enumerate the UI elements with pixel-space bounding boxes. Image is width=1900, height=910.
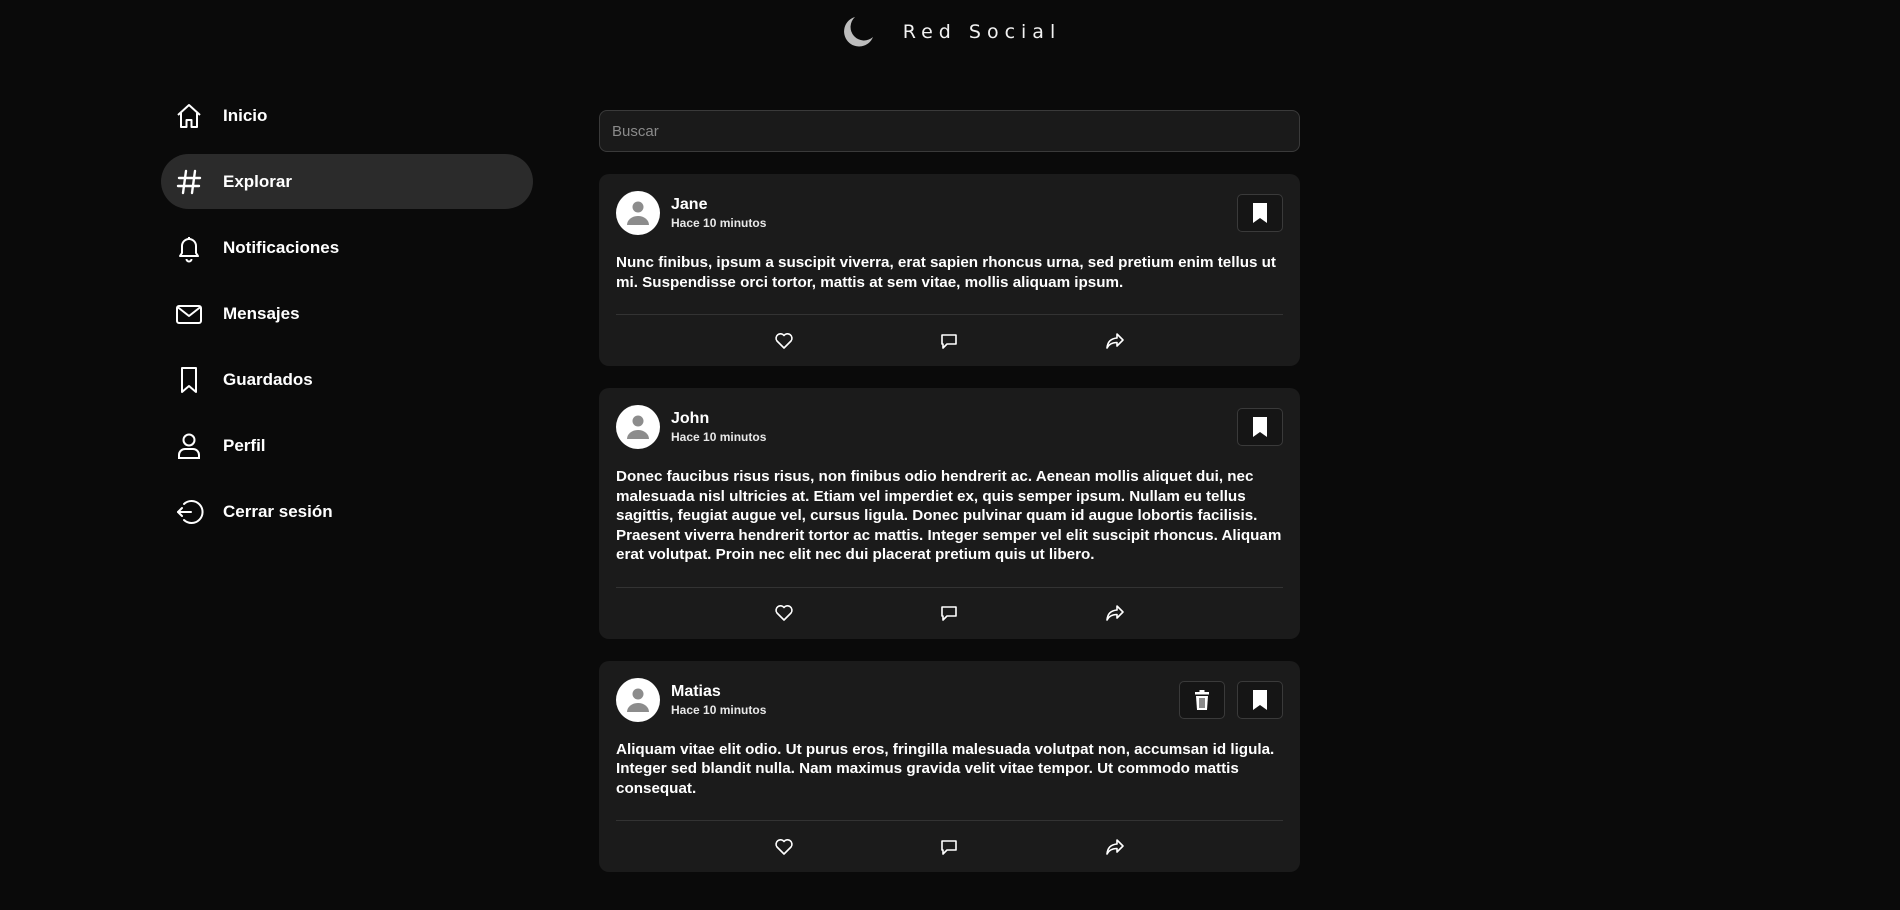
like-button[interactable] <box>769 832 799 862</box>
comment-button[interactable] <box>934 832 964 862</box>
post-footer <box>616 315 1283 366</box>
author-name[interactable]: Jane <box>671 196 1237 214</box>
post-card: Jane Hace 10 minutos Nunc finibus, ipsum… <box>599 174 1300 366</box>
post-text: Aliquam vitae elit odio. Ut purus eros, … <box>616 740 1283 821</box>
hashtag-icon <box>173 166 205 198</box>
sidebar: Inicio Explorar Notificaciones Mensajes <box>161 88 533 550</box>
sidebar-item-label: Explorar <box>223 171 292 191</box>
search-input[interactable] <box>599 110 1300 152</box>
author-name[interactable]: Matias <box>671 683 1179 701</box>
brand-title: Red Social <box>902 21 1062 43</box>
post-header: Jane Hace 10 minutos <box>616 190 1283 236</box>
heart-icon <box>775 838 793 855</box>
share-button[interactable] <box>1100 832 1130 862</box>
user-block: Jane Hace 10 minutos <box>671 196 1237 230</box>
bell-icon <box>173 232 205 264</box>
user-silhouette-icon <box>627 415 649 439</box>
sidebar-item-label: Cerrar sesión <box>223 501 333 521</box>
user-block: Matias Hace 10 minutos <box>671 683 1179 717</box>
post-footer <box>616 588 1283 639</box>
comment-icon <box>941 839 958 855</box>
post-time: Hace 10 minutos <box>671 430 767 444</box>
home-icon <box>173 100 205 132</box>
header: Red Social <box>0 0 1900 64</box>
share-button[interactable] <box>1100 326 1130 356</box>
sidebar-item-cerrar-sesion[interactable]: Cerrar sesión <box>161 484 533 539</box>
moon-icon[interactable] <box>839 13 877 51</box>
post-time: Hace 10 minutos <box>671 216 767 230</box>
feed: Jane Hace 10 minutos Nunc finibus, ipsum… <box>599 110 1300 872</box>
post-card: Matias Hace 10 minutos Aliquam vitae eli… <box>599 660 1300 872</box>
like-button[interactable] <box>769 598 799 628</box>
sidebar-item-inicio[interactable]: Inicio <box>161 88 533 143</box>
heart-icon <box>775 605 793 621</box>
share-button[interactable] <box>1100 598 1130 628</box>
comment-button[interactable] <box>934 598 964 628</box>
comment-button[interactable] <box>934 326 964 356</box>
envelope-icon <box>173 298 205 330</box>
post-footer <box>616 821 1283 872</box>
bookmark-button[interactable] <box>1237 194 1283 232</box>
sidebar-item-label: Inicio <box>223 105 268 125</box>
share-icon <box>1106 332 1124 349</box>
bookmark-icon <box>1253 417 1267 437</box>
avatar[interactable] <box>616 191 660 235</box>
post-card: John Hace 10 minutos Donec faucibus risu… <box>599 388 1300 639</box>
bookmark-icon <box>173 364 205 396</box>
trash-icon <box>1195 689 1209 710</box>
sidebar-item-guardados[interactable]: Guardados <box>161 352 533 407</box>
bookmark-icon <box>1253 203 1267 223</box>
user-icon <box>173 430 205 462</box>
delete-button[interactable] <box>1179 680 1225 719</box>
sidebar-item-perfil[interactable]: Perfil <box>161 418 533 473</box>
post-text: Donec faucibus risus risus, non finibus … <box>616 467 1283 588</box>
sidebar-item-label: Perfil <box>223 435 266 455</box>
sidebar-item-label: Notificaciones <box>223 237 340 257</box>
post-time: Hace 10 minutos <box>671 702 767 717</box>
sidebar-item-mensajes[interactable]: Mensajes <box>161 286 533 341</box>
logout-icon <box>173 496 205 528</box>
comment-icon <box>941 606 958 621</box>
user-silhouette-icon <box>627 688 649 712</box>
comment-icon <box>941 333 958 349</box>
avatar[interactable] <box>616 677 660 722</box>
sidebar-item-explorar[interactable]: Explorar <box>161 154 533 209</box>
share-icon <box>1106 605 1124 621</box>
like-button[interactable] <box>769 326 799 356</box>
user-block: John Hace 10 minutos <box>671 410 1237 444</box>
bookmark-button[interactable] <box>1237 680 1283 719</box>
post-text: Nunc finibus, ipsum a suscipit viverra, … <box>616 253 1283 315</box>
share-icon <box>1106 838 1124 855</box>
bookmark-button[interactable] <box>1237 408 1283 446</box>
post-header: Matias Hace 10 minutos <box>616 677 1283 723</box>
author-name[interactable]: John <box>671 410 1237 428</box>
heart-icon <box>775 332 793 349</box>
sidebar-item-label: Mensajes <box>223 303 300 323</box>
user-silhouette-icon <box>627 201 649 225</box>
post-header: John Hace 10 minutos <box>616 404 1283 450</box>
bookmark-icon <box>1253 689 1267 710</box>
sidebar-item-notificaciones[interactable]: Notificaciones <box>161 220 533 275</box>
avatar[interactable] <box>616 405 660 449</box>
sidebar-item-label: Guardados <box>223 369 313 389</box>
